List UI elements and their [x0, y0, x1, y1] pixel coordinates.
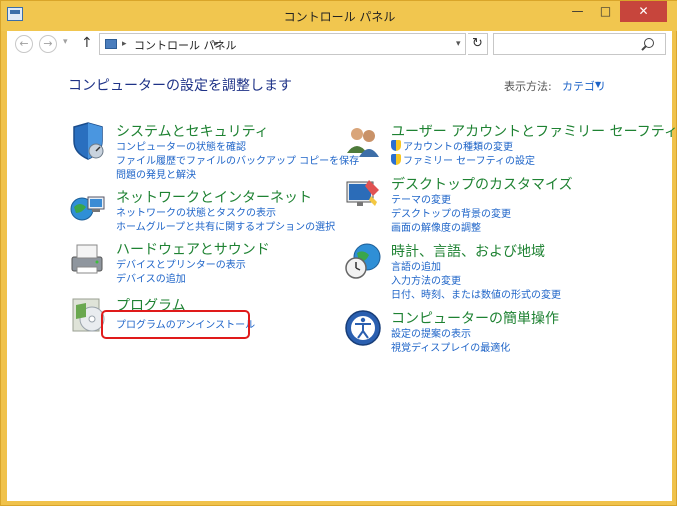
search-icon[interactable]: [644, 38, 654, 48]
link-adjust-screen-resolution[interactable]: 画面の解像度の調整: [391, 219, 481, 234]
page-heading: コンピューターの設定を調整します: [68, 78, 292, 94]
address-bar[interactable]: ▸ コントロール パネル ▸ ▾: [99, 33, 466, 55]
desktop-customization-icon[interactable]: [343, 174, 383, 214]
clock-globe-icon[interactable]: [343, 241, 383, 281]
link-change-account-type[interactable]: アカウントの種類の変更: [391, 138, 513, 153]
close-button[interactable]: ✕: [620, 1, 667, 22]
breadcrumb-separator-icon[interactable]: ▸: [122, 39, 127, 49]
view-by-chevron-icon[interactable]: ▼: [595, 80, 601, 89]
link-homegroup-sharing-options[interactable]: ホームグループと共有に関するオプションの選択: [116, 218, 335, 233]
title-bar[interactable]: コントロール パネル — □ ✕: [1, 1, 677, 31]
control-panel-window: コントロール パネル — □ ✕ ← → ▾ ↑ ▸ コントロール パネル ▸ …: [0, 0, 677, 506]
forward-arrow-icon[interactable]: →: [39, 35, 57, 53]
uac-shield-icon: [391, 140, 401, 151]
breadcrumb-separator-icon[interactable]: ▸: [214, 39, 219, 49]
breadcrumb-control-panel[interactable]: コントロール パネル: [134, 37, 237, 53]
uac-shield-icon: [391, 154, 401, 165]
link-network-status-tasks[interactable]: ネットワークの状態とタスクの表示: [116, 204, 276, 219]
link-family-safety-setup[interactable]: ファミリー セーフティの設定: [391, 152, 535, 167]
users-icon[interactable]: [343, 121, 383, 161]
network-globe-icon[interactable]: [68, 187, 108, 227]
link-file-history-backup[interactable]: ファイル履歴でファイルのバックアップ コピーを保存: [116, 152, 359, 167]
printer-icon[interactable]: [68, 239, 108, 279]
link-change-desktop-background[interactable]: デスクトップの背景の変更: [391, 205, 511, 220]
category-ease-of-access: コンピューターの簡単操作 設定の提案の表示 視覚ディスプレイの最適化: [343, 308, 643, 354]
view-by-label: 表示方法:: [504, 80, 552, 93]
category-system-security: システムとセキュリティ コンピューターの状態を確認 ファイル履歴でファイルのバッ…: [68, 121, 359, 181]
recent-locations-chevron-icon[interactable]: ▾: [63, 37, 68, 47]
navigation-bar: ← → ▾ ↑ ▸ コントロール パネル ▸ ▾ ↻: [7, 31, 672, 57]
category-user-accounts: ユーザー アカウントとファミリー セーフティ アカウントの種類の変更 ファミリー…: [343, 121, 677, 167]
uninstall-highlight-box: [101, 310, 250, 339]
link-add-language[interactable]: 言語の追加: [391, 258, 441, 273]
ease-of-access-icon[interactable]: [343, 308, 383, 348]
link-change-input-method[interactable]: 入力方法の変更: [391, 272, 461, 287]
back-arrow-icon[interactable]: ←: [15, 35, 33, 53]
link-add-device[interactable]: デバイスの追加: [116, 270, 186, 285]
control-panel-breadcrumb-icon: [105, 39, 117, 49]
minimize-button[interactable]: —: [564, 1, 591, 22]
link-optimize-visual-display[interactable]: 視覚ディスプレイの最適化: [391, 339, 510, 354]
category-network-internet: ネットワークとインターネット ネットワークの状態とタスクの表示 ホームグループと…: [68, 187, 335, 233]
link-find-fix-problems[interactable]: 問題の発見と解決: [116, 166, 196, 181]
link-family-safety-setup-label[interactable]: ファミリー セーフティの設定: [403, 156, 535, 167]
category-hardware-sound: ハードウェアとサウンド デバイスとプリンターの表示 デバイスの追加: [68, 239, 328, 285]
search-input[interactable]: [493, 33, 666, 55]
maximize-button[interactable]: □: [592, 1, 619, 22]
category-appearance: デスクトップのカスタマイズ テーマの変更 デスクトップの背景の変更 画面の解像度…: [343, 174, 643, 234]
system-security-shield-icon[interactable]: [68, 121, 108, 161]
address-dropdown-chevron-icon[interactable]: ▾: [456, 39, 461, 49]
refresh-icon[interactable]: ↻: [468, 33, 488, 55]
content-area: ← → ▾ ↑ ▸ コントロール パネル ▸ ▾ ↻ コンピューターの設定を調整…: [7, 31, 677, 501]
link-change-theme[interactable]: テーマの変更: [391, 191, 451, 206]
link-change-date-time-number-format[interactable]: 日付、時刻、または数値の形式の変更: [391, 286, 561, 301]
up-arrow-icon[interactable]: ↑: [81, 35, 93, 51]
link-devices-printers[interactable]: デバイスとプリンターの表示: [116, 256, 246, 271]
link-suggested-settings[interactable]: 設定の提案の表示: [391, 325, 471, 340]
link-check-computer-status[interactable]: コンピューターの状態を確認: [116, 138, 246, 153]
category-clock-language-region: 時計、言語、および地域 言語の追加 入力方法の変更 日付、時刻、または数値の形式…: [343, 241, 643, 301]
